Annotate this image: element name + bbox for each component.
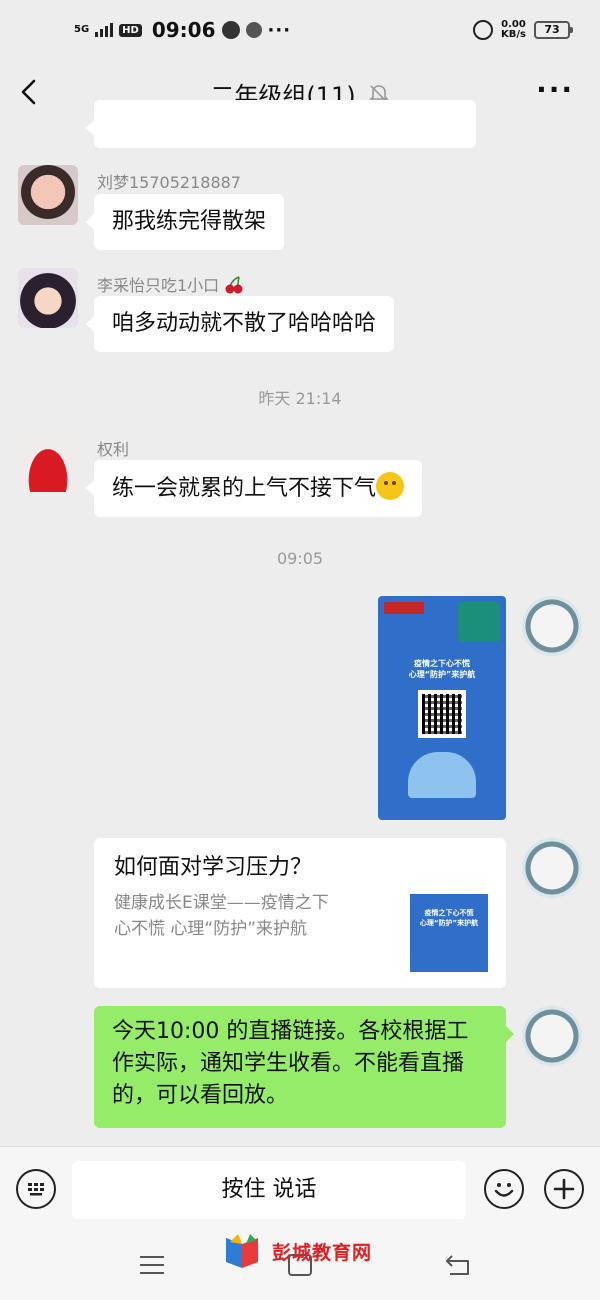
my-avatar[interactable]: [522, 838, 582, 898]
menu-icon[interactable]: [136, 1250, 168, 1280]
signal-icon: [95, 23, 114, 37]
qr-code-icon: [418, 690, 466, 738]
sender-name: 李采怡只吃1小口: [97, 272, 244, 296]
sender-name: 权利: [97, 440, 130, 459]
network-speed: 0.00 KB/s: [501, 20, 526, 40]
message-timestamp: 昨天 21:14: [258, 389, 342, 408]
link-card-message[interactable]: 如何面对学习压力？ 健康成长E课堂——疫情之下 心不慌 心理“防护”来护航 疫情…: [94, 838, 506, 988]
chat-screen: 5G HD 09:06 ··· 0.00 KB/s 73 二年级组(11) ··…: [0, 0, 600, 1300]
keyboard-icon: [28, 1183, 44, 1196]
status-time: 09:06: [151, 18, 216, 42]
hold-to-talk-button[interactable]: 按住 说话: [72, 1161, 466, 1219]
poster-title: 疫情之下心不慌 心理“防护”来护航: [408, 659, 476, 679]
watermark-text: 彭城教育网: [272, 1241, 373, 1264]
sender-name: 刘梦15705218887: [97, 173, 241, 192]
network-type: 5G: [74, 24, 90, 35]
avatar[interactable]: [18, 432, 78, 492]
speed-unit: KB/s: [501, 29, 526, 40]
status-more-icon: ···: [267, 19, 292, 41]
message-text: 练一会就累的上气不接下气: [112, 476, 377, 501]
status-right: 0.00 KB/s 73: [473, 20, 573, 40]
input-bar: 按住 说话: [0, 1146, 600, 1230]
message-bubble[interactable]: 练一会就累的上气不接下气: [85, 460, 423, 517]
message-bubble[interactable]: 咱多动动就不散了哈哈哈哈: [85, 296, 395, 352]
book-logo-icon: [226, 1234, 258, 1268]
my-avatar[interactable]: [522, 596, 582, 656]
smiley-icon: [494, 1183, 514, 1197]
emoji-button[interactable]: [484, 1169, 524, 1209]
link-description: 健康成长E课堂——疫情之下 心不慌 心理“防护”来护航: [114, 893, 329, 939]
back-nav-icon[interactable]: [442, 1250, 474, 1280]
message-bubble[interactable]: 那我练完得散架: [85, 194, 285, 250]
app-notification-icon: [245, 22, 262, 38]
sender-name-text: 李采怡只吃1小口: [97, 276, 220, 295]
cut-off-message-bubble[interactable]: [86, 100, 476, 148]
status-left: 5G HD 09:06 ···: [74, 18, 291, 42]
compass-icon: [221, 21, 240, 39]
my-message-bubble[interactable]: 今天10:00 的直播链接。各校根据工作实际，通知学生收看。不能看直播的，可以看…: [94, 1006, 514, 1128]
more-functions-button[interactable]: [544, 1169, 584, 1209]
image-message[interactable]: 疫情之下心不慌 心理“防护”来护航: [378, 596, 506, 820]
watermark: 彭城教育网: [220, 1232, 372, 1270]
keyboard-button[interactable]: [16, 1169, 56, 1209]
message-timestamp: 09:05: [276, 549, 324, 568]
alarm-icon: [473, 20, 494, 40]
status-bar: 5G HD 09:06 ··· 0.00 KB/s 73: [0, 0, 600, 66]
thumbnail-text: 疫情之下心不慌 心理“防护”来护航: [419, 909, 479, 927]
plus-icon: [553, 1178, 575, 1200]
battery-icon: 73: [534, 21, 573, 39]
hd-badge: HD: [119, 23, 142, 37]
thinking-face-icon: [376, 472, 405, 500]
avatar[interactable]: [18, 268, 78, 328]
system-nav-bar: 彭城教育网: [0, 1230, 600, 1300]
link-thumbnail: 疫情之下心不慌 心理“防护”来护航: [410, 894, 488, 972]
poster-logo-icon: [384, 602, 424, 614]
poster-illustration: [408, 752, 476, 798]
avatar[interactable]: [18, 165, 78, 225]
link-title: 如何面对学习压力？: [114, 855, 313, 880]
poster-board-icon: [458, 602, 500, 642]
chat-more-button[interactable]: ···: [536, 76, 574, 104]
my-avatar[interactable]: [522, 1006, 582, 1066]
cherries-icon: [225, 276, 243, 294]
